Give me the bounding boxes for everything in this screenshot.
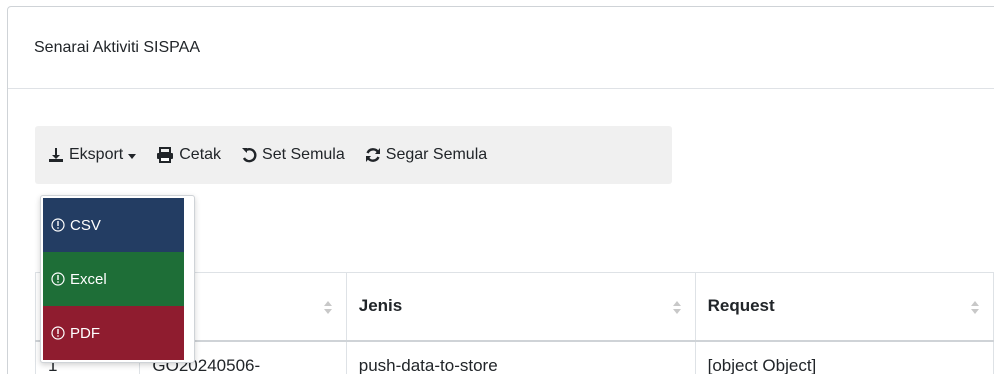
download-icon xyxy=(49,148,63,162)
caret-down-icon xyxy=(128,153,137,159)
sort-icon xyxy=(323,301,332,315)
export-label: Eksport xyxy=(69,146,124,163)
print-icon xyxy=(157,147,174,163)
sync-icon xyxy=(365,148,380,162)
print-button[interactable]: Cetak xyxy=(156,146,221,164)
sort-icon xyxy=(672,301,681,315)
column-header-jenis[interactable]: Jenis xyxy=(345,272,696,342)
refresh-button[interactable]: Segar Semula xyxy=(365,146,487,164)
info-circle-icon xyxy=(51,272,65,286)
export-pdf-item[interactable]: PDF xyxy=(43,306,184,360)
refresh-label: Segar Semula xyxy=(385,146,488,163)
export-pdf-label: PDF xyxy=(70,324,100,342)
column-header-label: Jenis xyxy=(358,296,403,316)
page-title: Senarai Aktiviti SISPAA xyxy=(34,39,200,56)
sort-icon xyxy=(971,301,979,315)
column-header-label: Request xyxy=(707,296,775,316)
export-button[interactable]: Eksport xyxy=(48,146,137,164)
export-csv-label: CSV xyxy=(70,216,101,234)
export-excel-item[interactable]: Excel xyxy=(43,252,184,306)
table-cell: push-data-to-store xyxy=(345,340,696,374)
export-excel-label: Excel xyxy=(70,270,107,288)
reset-button[interactable]: Set Semula xyxy=(241,146,345,164)
table-toolbar: Eksport Cetak Set Semula Segar Semula xyxy=(35,126,672,184)
info-circle-icon xyxy=(51,326,65,340)
print-label: Cetak xyxy=(179,146,222,163)
undo-icon xyxy=(242,148,257,163)
export-dropdown-menu: CSV Excel PDF xyxy=(40,195,195,363)
reset-label: Set Semula xyxy=(262,146,345,163)
export-csv-item[interactable]: CSV xyxy=(43,198,184,252)
card-header: Senarai Aktiviti SISPAA xyxy=(8,7,994,89)
table-cell: [object Object] xyxy=(694,340,994,374)
info-circle-icon xyxy=(51,218,65,232)
column-header-request[interactable]: Request xyxy=(694,272,994,342)
